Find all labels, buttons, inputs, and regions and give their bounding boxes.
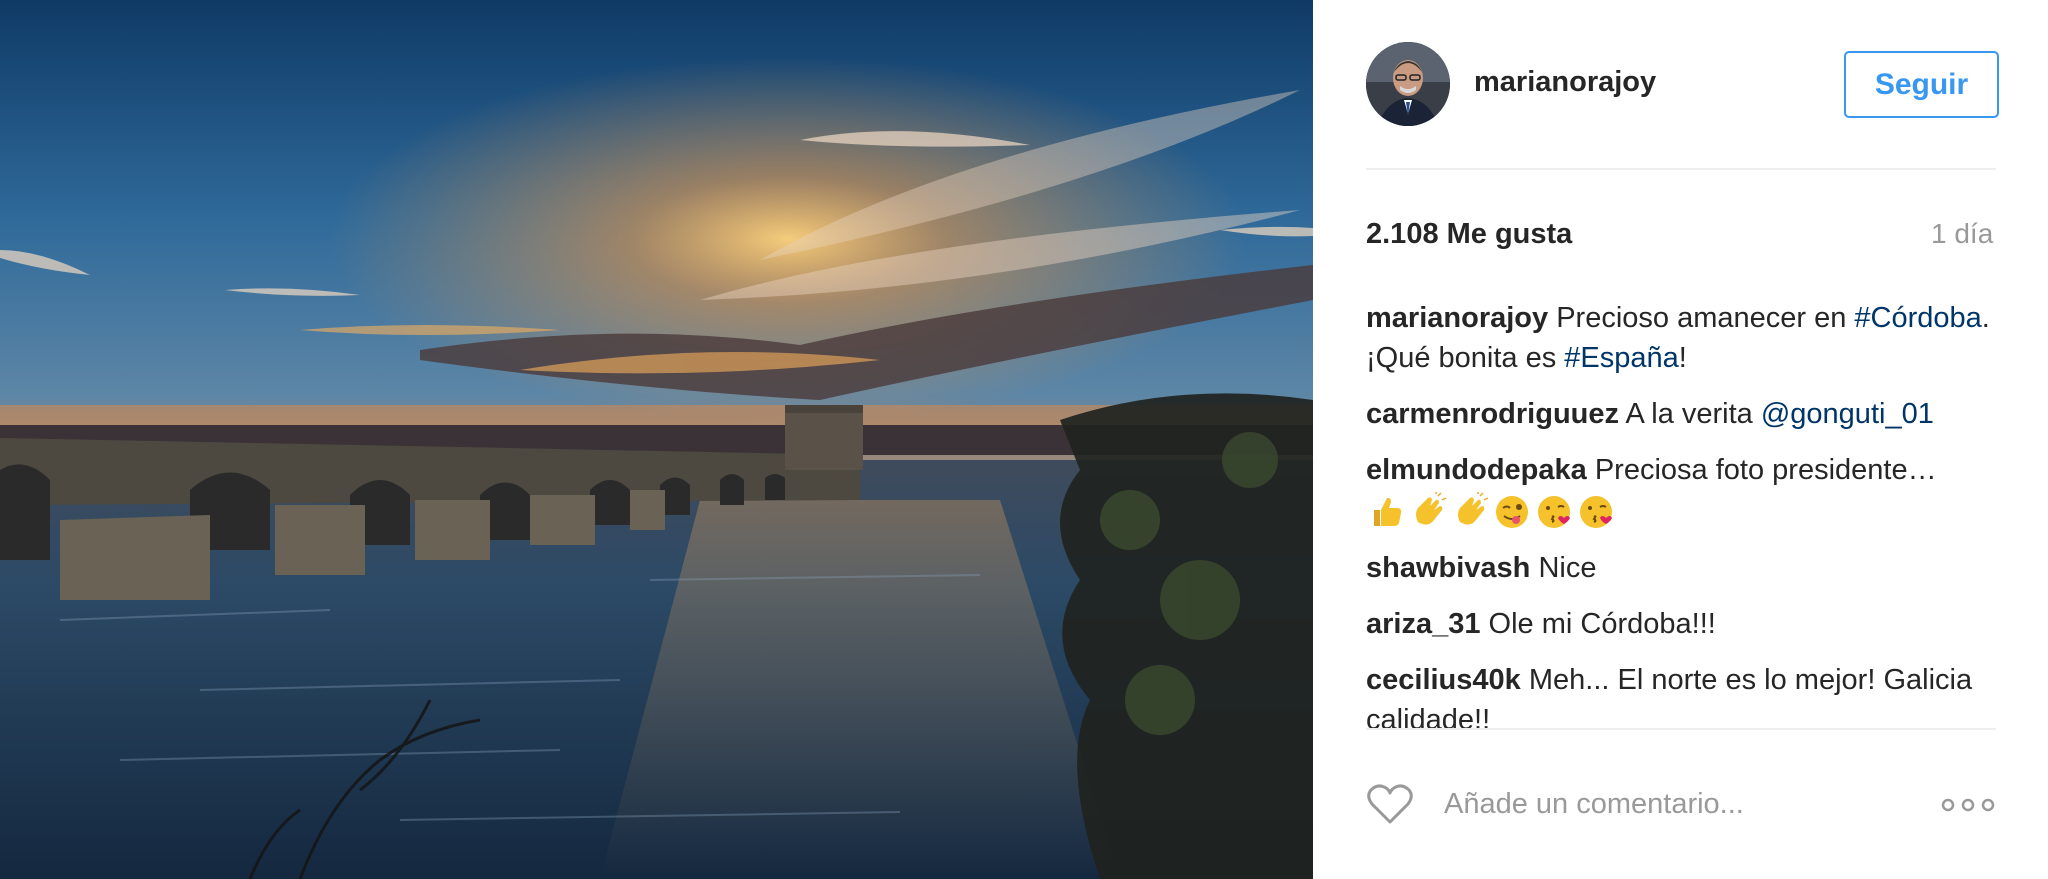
sunset-bridge-photo [0,0,1313,879]
user-avatar[interactable] [1366,42,1450,126]
comment-text: Ole mi Córdoba!!! [1480,608,1716,640]
comment-username[interactable]: shawbivash [1366,552,1530,584]
post-photo[interactable] [0,0,1313,879]
hashtag-link[interactable]: #España [1564,342,1679,374]
likes-count[interactable]: 2.108 Me gusta [1366,218,1572,251]
divider [1366,728,1996,730]
caption-text: Precioso amanecer en [1548,302,1855,334]
emoji-row [1366,492,2006,532]
caption: marianorajoy Precioso amanecer en #Córdo… [1366,298,2006,378]
post-timestamp[interactable]: 1 día [1931,218,1993,250]
list-item: elmundodepaka Preciosa foto presidente… [1366,450,2006,532]
list-item: carmenrodriguuez A la verita @gonguti_01 [1366,394,2006,434]
list-item: shawbivash Nice [1366,548,2006,588]
user-avatar-icon [1366,42,1450,126]
comment-text: A la verita [1619,398,1761,430]
follow-button[interactable]: Seguir [1844,51,1999,118]
comment-username[interactable]: carmenrodriguuez [1366,398,1619,430]
comment-username[interactable]: marianorajoy [1366,302,1548,334]
comments-list: marianorajoy Precioso amanecer en #Córdo… [1366,298,2006,756]
comment-footer [1366,778,2006,834]
mention-link[interactable]: @gonguti_01 [1761,398,1934,430]
kissing-face-icon [1580,496,1612,528]
caption-text: ! [1678,342,1687,374]
clapping-hand-icon [1458,492,1489,525]
comment-input[interactable] [1444,780,1914,828]
thumbs-up-icon [1374,497,1402,526]
clapping-hand-icon [1416,492,1447,525]
winking-tongue-face-icon [1496,496,1528,528]
more-options-icon[interactable] [1938,790,1998,820]
comment-username[interactable]: ariza_31 [1366,608,1481,640]
hashtag-link[interactable]: #Córdoba [1854,302,1981,334]
comment-text: Nice [1530,552,1597,584]
comment-username[interactable]: cecilius40k [1366,664,1521,696]
post-username[interactable]: marianorajoy [1474,66,1656,99]
kissing-face-icon [1538,496,1570,528]
post-header: marianorajoy Seguir [1366,0,1999,170]
heart-icon[interactable] [1366,782,1414,826]
comment-text: Preciosa foto presidente… [1586,454,1937,486]
comment-username[interactable]: elmundodepaka [1366,454,1587,486]
list-item: ariza_31 Ole mi Córdoba!!! [1366,604,2006,644]
